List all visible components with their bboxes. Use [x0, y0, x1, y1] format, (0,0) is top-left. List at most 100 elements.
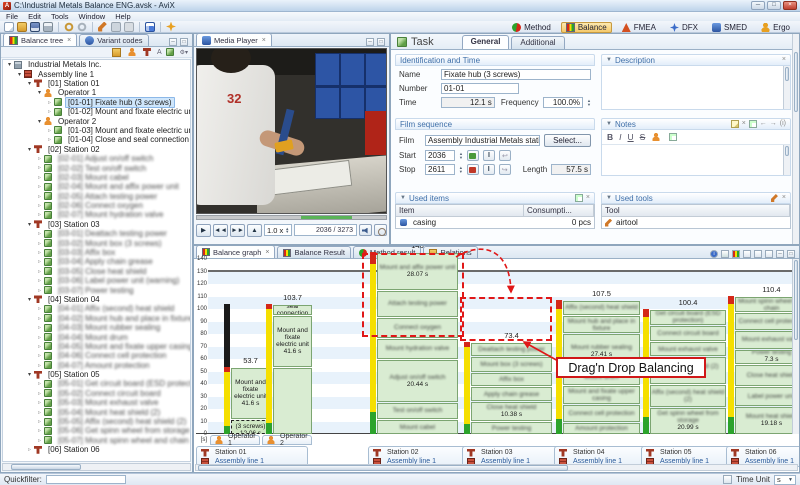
expand-icon[interactable]: ▹ — [36, 427, 43, 434]
expand-icon[interactable]: ▹ — [36, 418, 43, 425]
start-frame-field[interactable]: 2036 — [425, 150, 455, 161]
expand-icon[interactable]: ▹ — [36, 240, 43, 247]
frequency-stepper[interactable]: ▲▼ — [587, 99, 591, 106]
timer-icon[interactable] — [374, 224, 387, 236]
chart-normal-icon[interactable] — [721, 250, 729, 258]
task-block[interactable]: Close heat shield10.38 s — [471, 402, 552, 421]
media-timeline[interactable] — [196, 215, 387, 220]
add-item-icon[interactable] — [575, 194, 583, 202]
notes-textarea[interactable] — [602, 145, 790, 175]
expand-icon[interactable]: ▹ — [36, 305, 43, 312]
add-station-icon[interactable] — [143, 48, 151, 56]
mode-balance[interactable]: Balance — [561, 22, 612, 33]
tab-balance-tree[interactable]: Balance tree × — [3, 33, 77, 46]
add-group-icon[interactable] — [112, 48, 121, 57]
operator-tab[interactable]: Operator 2 — [262, 435, 312, 445]
expand-icon[interactable]: ▹ — [36, 324, 43, 331]
task-block[interactable]: Label power unit — [735, 387, 800, 406]
delete-note-icon[interactable]: × — [742, 120, 746, 128]
mode-smed[interactable]: SMED — [708, 22, 751, 33]
set-stop-icon[interactable] — [467, 164, 479, 175]
expand-icon[interactable]: ▹ — [36, 174, 43, 181]
task-block[interactable]: Power testing7.3 s — [735, 350, 800, 364]
task-block[interactable]: Affix (second) heat shield (2) — [650, 385, 726, 408]
add-task-icon[interactable] — [166, 48, 174, 56]
settings-icon[interactable] — [723, 475, 732, 484]
expand-icon[interactable]: ▾ — [36, 89, 43, 96]
expand-icon[interactable]: ▹ — [36, 380, 43, 387]
minimize-panel-icon[interactable]: ─ — [776, 250, 784, 258]
mode-method[interactable]: Method — [508, 22, 555, 33]
menu-edit[interactable]: Edit — [28, 12, 41, 21]
sort-icon[interactable]: A — [157, 49, 162, 56]
expand-icon[interactable]: ▹ — [36, 399, 43, 406]
minimize-panel-icon[interactable]: ─ — [169, 38, 177, 46]
task-block[interactable]: Deattach testing power — [471, 343, 552, 356]
task-block[interactable]: Connect circuit board — [650, 326, 726, 341]
mode-dfx[interactable]: DFX — [666, 22, 702, 33]
tab-media-player[interactable]: Media Player × — [196, 33, 272, 46]
layout-icon[interactable] — [765, 250, 773, 258]
menu-file[interactable]: File — [6, 12, 18, 21]
expand-icon[interactable]: ▹ — [36, 268, 43, 275]
expand-icon[interactable]: ▹ — [36, 183, 43, 190]
add-tool-icon[interactable] — [771, 194, 779, 202]
tab-balance-graph[interactable]: Balance graph× — [196, 245, 275, 258]
refresh-icon[interactable] — [743, 250, 751, 258]
task-block[interactable]: Mount and fixate upper casing — [563, 386, 640, 404]
column-header[interactable]: Tool — [602, 205, 790, 216]
expand-icon[interactable]: ▹ — [36, 334, 43, 341]
set-start-icon[interactable] — [467, 150, 479, 161]
expand-icon[interactable]: ▹ — [46, 127, 53, 134]
paste-icon[interactable] — [124, 22, 134, 32]
window-layout-icon[interactable] — [145, 22, 155, 32]
task-block[interactable]: Mount box (3 screws) — [471, 357, 552, 372]
number-field[interactable]: 01-01 — [441, 83, 519, 94]
expand-icon[interactable]: ▹ — [36, 437, 43, 444]
next-frame-button[interactable]: ►► — [230, 224, 245, 237]
eject-button[interactable]: ▲ — [247, 224, 262, 237]
tree-item[interactable]: ▹[03-07] Power testing — [3, 285, 190, 294]
expand-icon[interactable]: ▹ — [46, 99, 53, 106]
expand-icon[interactable]: ▹ — [36, 230, 43, 237]
task-block[interactable]: Get spinn wheel from storage20.99 s — [650, 408, 726, 434]
info-icon[interactable]: (i) — [780, 120, 786, 128]
speaker-icon[interactable] — [359, 224, 372, 236]
name-field[interactable]: Fixate hub (3 screws) — [441, 69, 591, 80]
play-button[interactable]: ▶ — [196, 224, 211, 237]
expand-icon[interactable]: ▹ — [36, 155, 43, 162]
expand-icon[interactable]: ▹ — [36, 287, 43, 294]
frequency-field[interactable]: 100.0% — [543, 97, 583, 108]
expand-icon[interactable]: ▹ — [36, 362, 43, 369]
italic-button[interactable]: I — [619, 132, 621, 142]
expand-icon[interactable]: ▹ — [46, 108, 53, 115]
task-block[interactable]: Connect cell protection — [735, 313, 800, 330]
clipboard-icon[interactable] — [749, 120, 757, 128]
chart-colored-icon[interactable] — [732, 250, 740, 258]
time-unit-select[interactable]: s▼ — [774, 475, 796, 485]
tab-balance-result[interactable]: Balance Result — [277, 246, 350, 258]
tree-item[interactable]: ▹[06] Station 06 — [3, 445, 190, 454]
clear-description-icon[interactable]: × — [782, 56, 786, 64]
maximize-panel-icon[interactable]: □ — [180, 38, 188, 46]
task-block[interactable]: Affix box — [471, 373, 552, 386]
close-tab-icon[interactable]: × — [265, 249, 269, 256]
tool-icon[interactable] — [98, 22, 108, 32]
select-film-button[interactable]: Select... — [544, 134, 591, 147]
expand-icon[interactable]: ▹ — [36, 277, 43, 284]
expand-icon[interactable]: ▾ — [36, 118, 43, 125]
task-block[interactable]: Mount exhaust valve — [650, 342, 726, 356]
collapse-icon[interactable]: ▼ — [606, 195, 612, 201]
task-block[interactable]: Get circuit board (ESD protection) — [650, 310, 726, 325]
close-tab-icon[interactable]: × — [262, 37, 266, 44]
quickfilter-input[interactable] — [46, 475, 126, 484]
expand-icon[interactable]: ▹ — [26, 446, 33, 453]
open-icon[interactable] — [17, 22, 27, 32]
task-block[interactable]: Mount and fixate electric unit41.6 s — [273, 316, 312, 367]
expand-icon[interactable]: ▹ — [36, 390, 43, 397]
print-icon[interactable] — [43, 22, 53, 32]
new-file-icon[interactable] — [4, 22, 14, 32]
collapse-icon[interactable]: ▼ — [400, 195, 406, 201]
column-header[interactable]: Consumpti... — [524, 205, 594, 216]
expand-icon[interactable]: ▾ — [26, 221, 33, 228]
